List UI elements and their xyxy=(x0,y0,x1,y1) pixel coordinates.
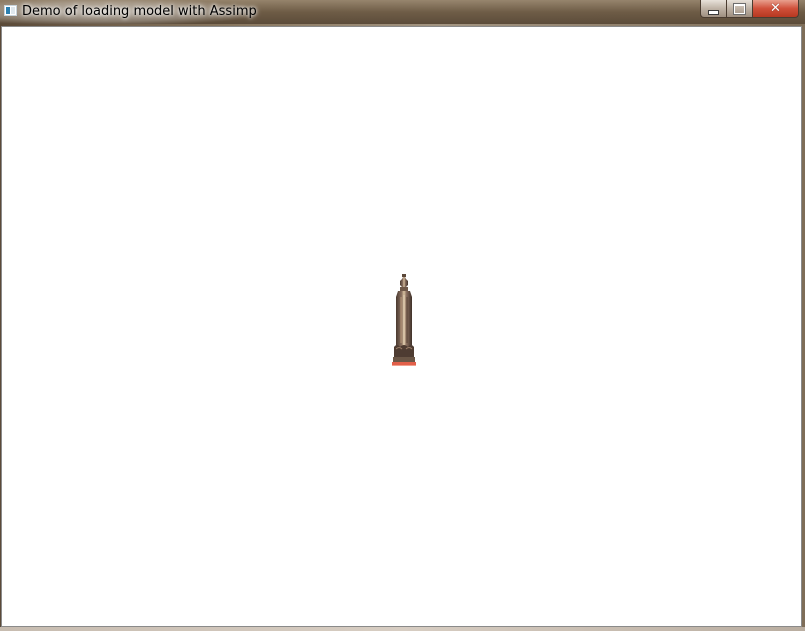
minimize-icon xyxy=(708,9,719,15)
maximize-button[interactable] xyxy=(727,0,753,18)
statue-model xyxy=(392,274,416,366)
app-window: Demo of loading model with Assimp ✕ xyxy=(0,0,805,631)
app-icon[interactable] xyxy=(4,5,17,16)
window-controls: ✕ xyxy=(700,0,799,18)
minimize-button[interactable] xyxy=(700,0,727,18)
render-viewport[interactable] xyxy=(1,26,802,627)
close-button[interactable]: ✕ xyxy=(753,0,799,18)
close-icon: ✕ xyxy=(770,1,781,16)
window-title: Demo of loading model with Assimp xyxy=(22,4,257,19)
maximize-icon xyxy=(734,3,745,14)
title-bar[interactable]: Demo of loading model with Assimp ✕ xyxy=(0,0,805,24)
window-bottom-border xyxy=(0,627,805,631)
